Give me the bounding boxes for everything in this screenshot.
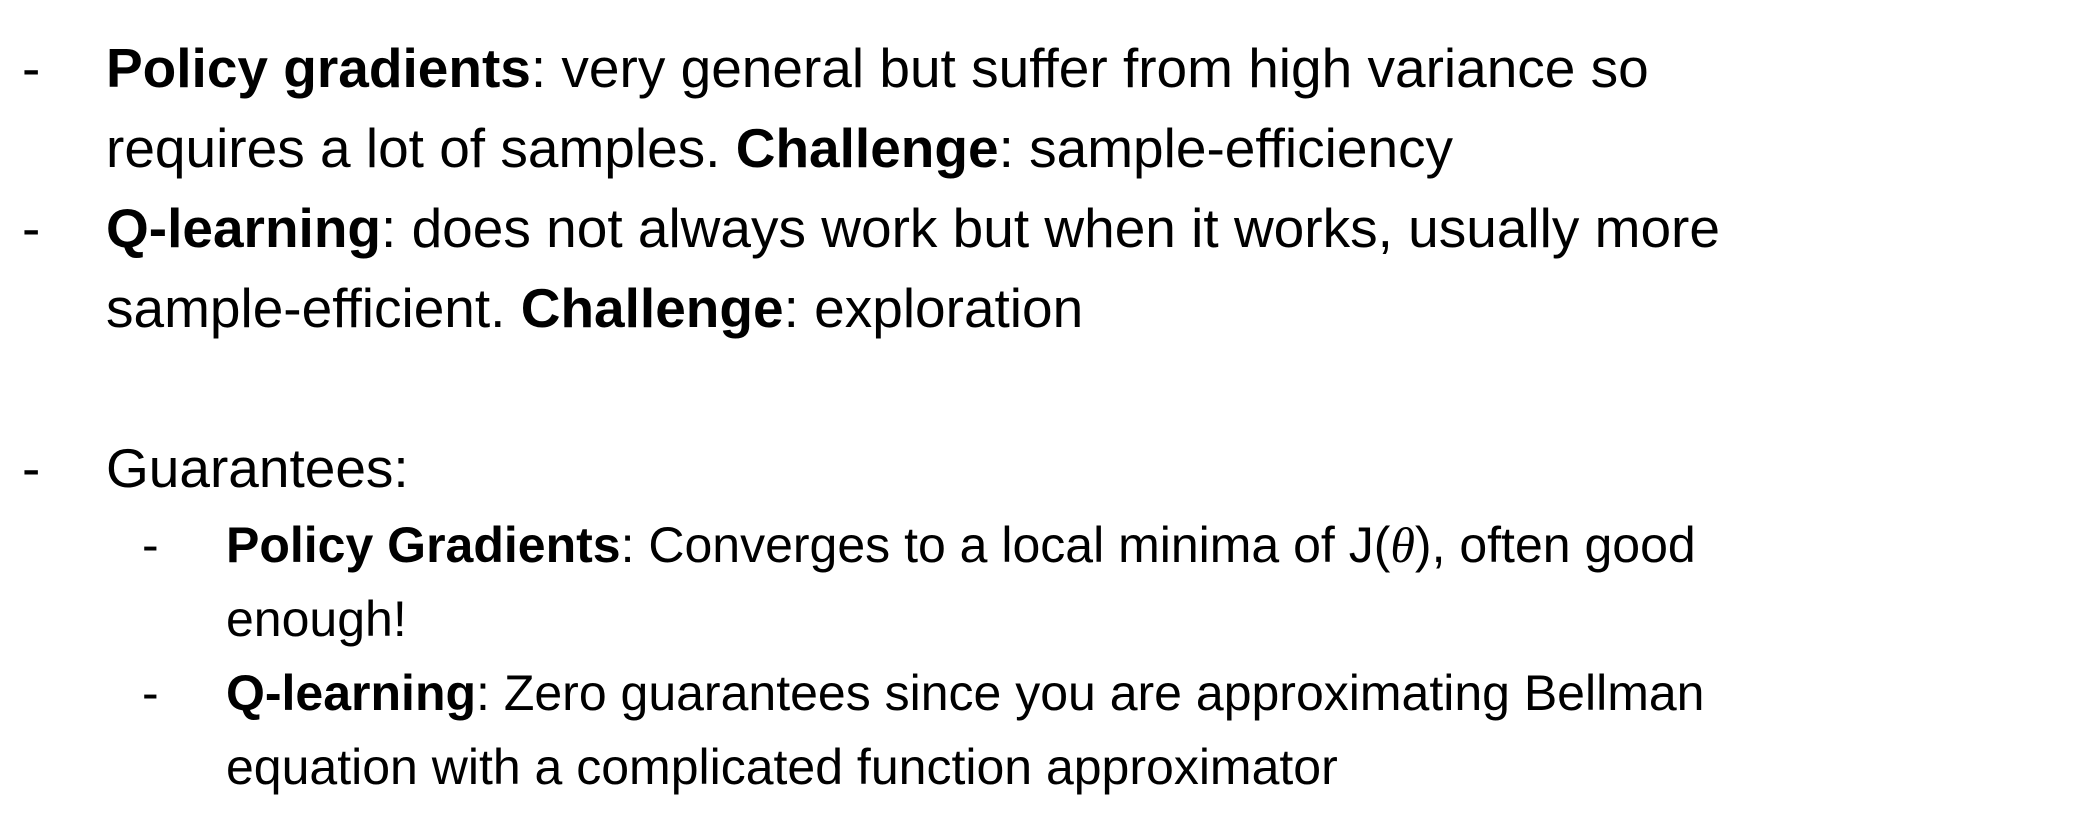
bold-term: Q-learning [226,665,477,721]
description: : very general but suffer from high vari… [530,37,1649,99]
bullet-line-2: enough! [226,591,407,647]
challenge-label: Challenge [520,277,784,339]
bullet-dash: - [142,665,159,721]
bullet-text: Q-learning: Zero guarantees since you ar… [226,656,1704,804]
bullet-text: Guarantees: [106,428,409,508]
description-cont: requires a lot of samples. [106,117,736,179]
challenge-text: : exploration [783,277,1084,339]
slide: - Policy gradients: very general but suf… [0,0,2077,826]
bullet-dash: - [22,437,41,499]
description: : does not always work but when it works… [381,197,1720,259]
bullet-line-1: Policy gradients: very general but suffe… [106,28,1649,108]
bold-term: Q-learning [106,197,382,259]
description: : Converges to a local minima of J( [620,517,1391,573]
bold-term: Policy Gradients [226,517,621,573]
description-cont: sample-efficient. [106,277,521,339]
bullet-text: Policy Gradients: Converges to a local m… [226,508,1696,656]
bullet-line-1: Q-learning: Zero guarantees since you ar… [226,656,1704,730]
challenge-label: Challenge [735,117,999,179]
bullet-dash: - [22,37,41,99]
description: : Zero guarantees since you are approxim… [476,665,1705,721]
bullet-line-1: Q-learning: does not always work but whe… [106,188,1720,268]
bullet-text: Q-learning: does not always work but whe… [106,188,1720,348]
bullet-dash: - [22,197,41,259]
bold-term: Policy gradients [106,37,531,99]
theta-symbol: θ [1390,517,1415,573]
bullet-text: Policy gradients: very general but suffe… [106,28,1649,188]
guarantees-label: Guarantees: [106,437,409,499]
description-end: ), often good [1414,517,1696,573]
challenge-text: : sample-efficiency [998,117,1454,179]
bullet-line-2: requires a lot of samples. Challenge: sa… [106,108,1649,188]
bullet-line-2: equation with a complicated function app… [226,739,1338,795]
bullet-line-2: sample-efficient. Challenge: exploration [106,268,1720,348]
bullet-dash: - [142,517,159,573]
bullet-line-1: Policy Gradients: Converges to a local m… [226,508,1696,582]
